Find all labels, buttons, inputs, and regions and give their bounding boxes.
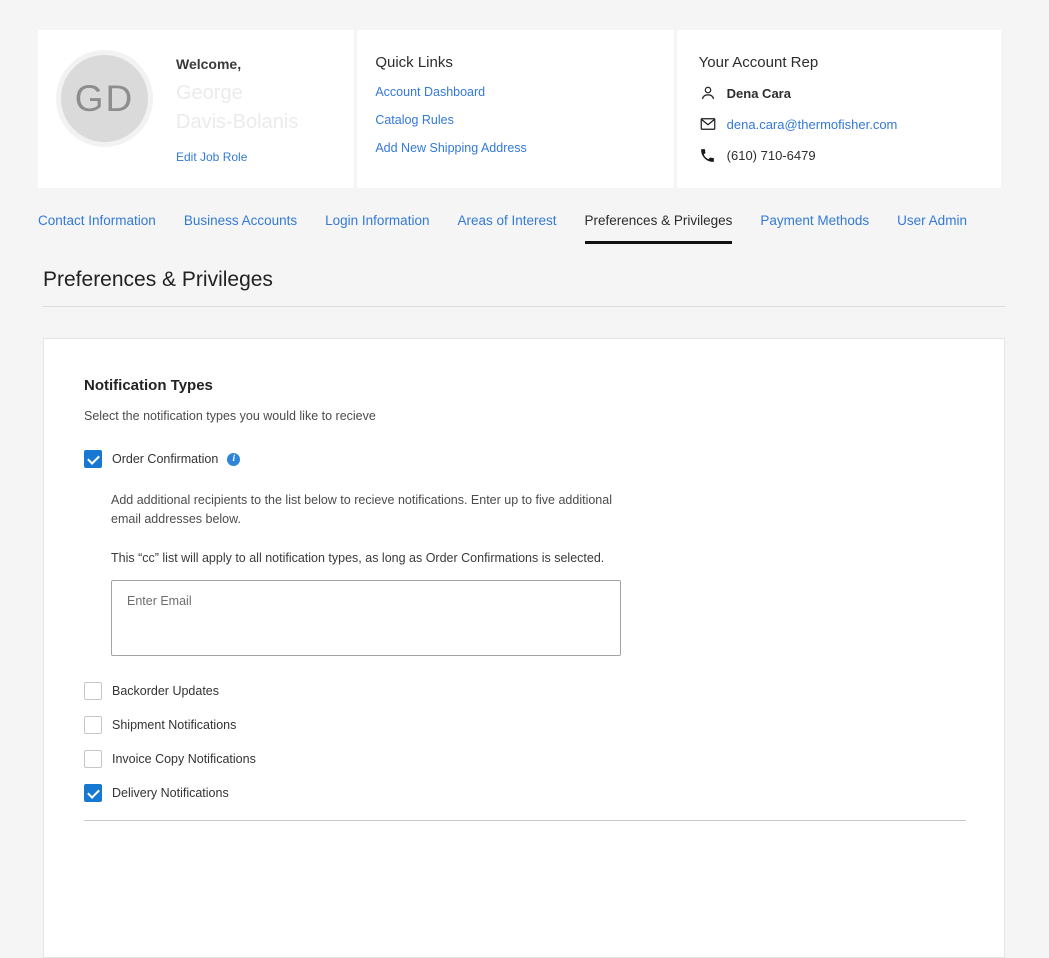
account-tabs: Contact Information Business Accounts Lo… bbox=[38, 213, 1049, 244]
tab-contact-information[interactable]: Contact Information bbox=[38, 213, 156, 244]
welcome-text: Welcome, George Davis-Bolanis Edit Job R… bbox=[176, 50, 298, 168]
invoice-copy-notifications-checkbox[interactable] bbox=[84, 750, 102, 768]
rep-email-row: dena.cara@thermofisher.com bbox=[699, 115, 979, 133]
notification-types-title: Notification Types bbox=[84, 377, 964, 394]
invoice-copy-notifications-row: Invoice Copy Notifications bbox=[84, 750, 964, 768]
section-divider bbox=[84, 820, 966, 821]
link-catalog-rules[interactable]: Catalog Rules bbox=[375, 113, 655, 127]
tab-payment-methods[interactable]: Payment Methods bbox=[760, 213, 869, 244]
backorder-updates-label: Backorder Updates bbox=[112, 684, 219, 698]
tab-business-accounts[interactable]: Business Accounts bbox=[184, 213, 297, 244]
delivery-notifications-label: Delivery Notifications bbox=[112, 786, 229, 800]
cc-note: This “cc” list will apply to all notific… bbox=[111, 551, 964, 565]
rep-name-row: Dena Cara bbox=[699, 84, 979, 102]
order-confirmation-label: Order Confirmation bbox=[112, 452, 218, 466]
cc-recipients-block: Add additional recipients to the list be… bbox=[111, 491, 964, 656]
backorder-updates-row: Backorder Updates bbox=[84, 682, 964, 700]
edit-job-role-link[interactable]: Edit Job Role bbox=[176, 150, 247, 164]
welcome-card: GD Welcome, George Davis-Bolanis Edit Jo… bbox=[38, 30, 354, 188]
recipients-help-text: Add additional recipients to the list be… bbox=[111, 491, 643, 530]
user-first-name: George bbox=[176, 79, 298, 108]
shipment-notifications-label: Shipment Notifications bbox=[112, 718, 236, 732]
notification-types-subtitle: Select the notification types you would … bbox=[84, 409, 964, 423]
shipment-notifications-row: Shipment Notifications bbox=[84, 716, 964, 734]
rep-phone: (610) 710-6479 bbox=[727, 148, 816, 163]
page-title: Preferences & Privileges bbox=[43, 268, 1049, 292]
delivery-notifications-checkbox[interactable] bbox=[84, 784, 102, 802]
person-icon bbox=[699, 84, 717, 102]
backorder-updates-checkbox[interactable] bbox=[84, 682, 102, 700]
info-icon[interactable]: i bbox=[227, 453, 240, 466]
header-cards: GD Welcome, George Davis-Bolanis Edit Jo… bbox=[38, 30, 1001, 188]
rep-email-link[interactable]: dena.cara@thermofisher.com bbox=[727, 117, 898, 132]
cc-email-input[interactable] bbox=[111, 580, 621, 656]
account-rep-title: Your Account Rep bbox=[699, 54, 979, 71]
link-add-new-shipping-address[interactable]: Add New Shipping Address bbox=[375, 141, 655, 155]
quick-links-title: Quick Links bbox=[375, 54, 655, 71]
user-name: George Davis-Bolanis bbox=[176, 79, 298, 137]
link-account-dashboard[interactable]: Account Dashboard bbox=[375, 85, 655, 99]
tab-areas-of-interest[interactable]: Areas of Interest bbox=[457, 213, 556, 244]
account-rep-card: Your Account Rep Dena Cara dena.cara@the… bbox=[677, 30, 1001, 188]
phone-icon bbox=[699, 146, 717, 164]
tab-login-information[interactable]: Login Information bbox=[325, 213, 429, 244]
invoice-copy-notifications-label: Invoice Copy Notifications bbox=[112, 752, 256, 766]
avatar: GD bbox=[56, 50, 153, 147]
order-confirmation-checkbox[interactable] bbox=[84, 450, 102, 468]
user-last-name: Davis-Bolanis bbox=[176, 108, 298, 137]
tab-user-admin[interactable]: User Admin bbox=[897, 213, 967, 244]
notification-checkbox-list: Backorder Updates Shipment Notifications… bbox=[84, 682, 964, 802]
rep-name: Dena Cara bbox=[727, 86, 791, 101]
shipment-notifications-checkbox[interactable] bbox=[84, 716, 102, 734]
rep-phone-row: (610) 710-6479 bbox=[699, 146, 979, 164]
welcome-greeting: Welcome, bbox=[176, 56, 298, 72]
order-confirmation-row: Order Confirmation i bbox=[84, 450, 964, 468]
tab-preferences-privileges[interactable]: Preferences & Privileges bbox=[585, 213, 733, 244]
title-divider bbox=[43, 306, 1005, 307]
delivery-notifications-row: Delivery Notifications bbox=[84, 784, 964, 802]
envelope-icon bbox=[699, 115, 717, 133]
quick-links-card: Quick Links Account Dashboard Catalog Ru… bbox=[357, 30, 673, 188]
preferences-panel: Notification Types Select the notificati… bbox=[43, 338, 1005, 958]
